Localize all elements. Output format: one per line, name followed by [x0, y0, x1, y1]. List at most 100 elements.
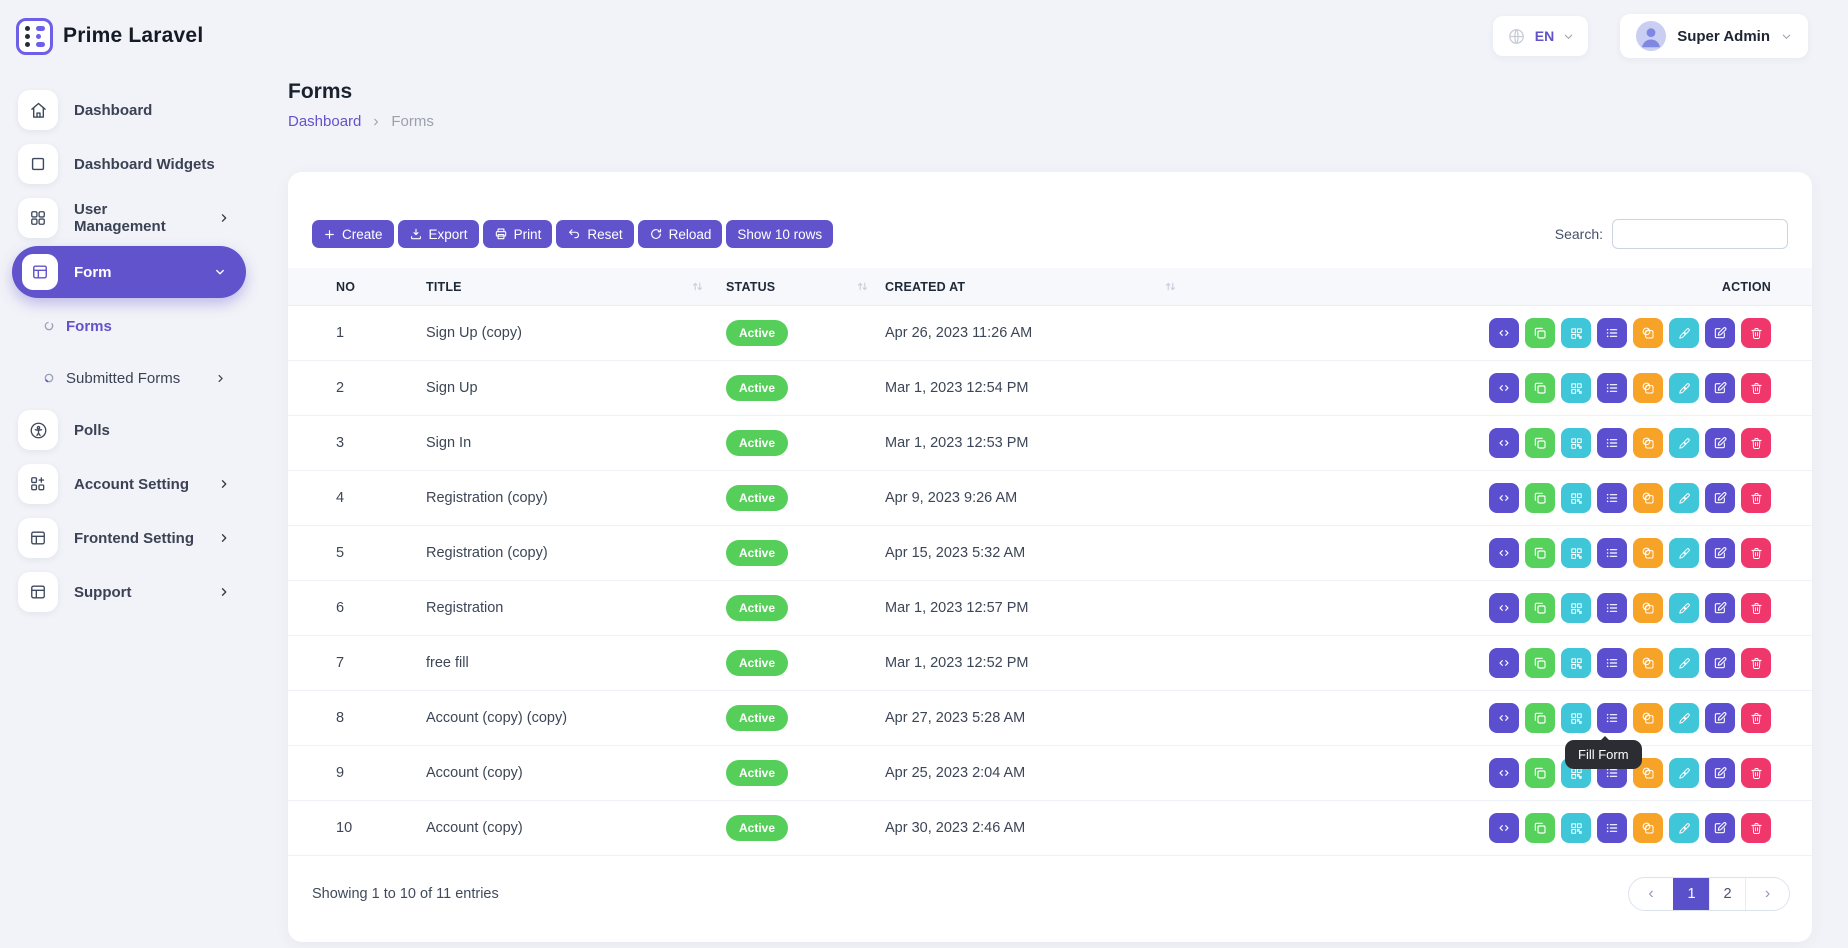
breadcrumb-dashboard-link[interactable]: Dashboard	[288, 113, 361, 130]
duplicate-button[interactable]	[1525, 758, 1555, 788]
embed-code-button[interactable]	[1489, 318, 1519, 348]
qr-code-button[interactable]	[1561, 648, 1591, 678]
qr-code-button[interactable]	[1561, 538, 1591, 568]
qr-code-button[interactable]	[1561, 318, 1591, 348]
fill-form-button[interactable]	[1597, 538, 1627, 568]
print-button[interactable]: Print	[483, 220, 553, 248]
edit-button[interactable]	[1705, 538, 1735, 568]
customize-button[interactable]	[1669, 373, 1699, 403]
edit-button[interactable]	[1705, 483, 1735, 513]
column-header-created-at[interactable]: CREATED AT	[885, 280, 1181, 294]
brand[interactable]: Prime Laravel	[16, 18, 203, 55]
edit-button[interactable]	[1705, 318, 1735, 348]
delete-button[interactable]	[1741, 538, 1771, 568]
embed-code-button[interactable]	[1489, 703, 1519, 733]
sort-icon[interactable]	[856, 280, 869, 293]
embed-code-button[interactable]	[1489, 593, 1519, 623]
sidebar-item-form[interactable]: Form	[12, 246, 246, 298]
duplicate-button[interactable]	[1525, 318, 1555, 348]
edit-button[interactable]	[1705, 648, 1735, 678]
customize-button[interactable]	[1669, 813, 1699, 843]
fill-form-button[interactable]	[1597, 593, 1627, 623]
edit-button[interactable]	[1705, 428, 1735, 458]
qr-code-button[interactable]	[1561, 813, 1591, 843]
duplicate-button[interactable]	[1525, 538, 1555, 568]
duplicate-button[interactable]	[1525, 703, 1555, 733]
customize-button[interactable]	[1669, 538, 1699, 568]
column-header-title[interactable]: TITLE	[426, 280, 726, 294]
embed-code-button[interactable]	[1489, 648, 1519, 678]
embed-code-button[interactable]	[1489, 373, 1519, 403]
delete-button[interactable]	[1741, 758, 1771, 788]
revoke-button[interactable]	[1633, 648, 1663, 678]
export-button[interactable]: Export	[398, 220, 479, 248]
sidebar-subitem-submitted-forms[interactable]: Submitted Forms	[0, 352, 262, 404]
delete-button[interactable]	[1741, 648, 1771, 678]
column-header-no[interactable]: NO	[336, 280, 426, 294]
duplicate-button[interactable]	[1525, 593, 1555, 623]
duplicate-button[interactable]	[1525, 373, 1555, 403]
revoke-button[interactable]	[1633, 483, 1663, 513]
revoke-button[interactable]	[1633, 318, 1663, 348]
edit-button[interactable]	[1705, 758, 1735, 788]
revoke-button[interactable]	[1633, 428, 1663, 458]
fill-form-button[interactable]	[1597, 318, 1627, 348]
duplicate-button[interactable]	[1525, 428, 1555, 458]
user-menu[interactable]: Super Admin	[1620, 14, 1808, 58]
fill-form-button[interactable]	[1597, 428, 1627, 458]
language-selector[interactable]: EN	[1493, 16, 1588, 56]
customize-button[interactable]	[1669, 483, 1699, 513]
fill-form-button[interactable]	[1597, 483, 1627, 513]
qr-code-button[interactable]	[1561, 373, 1591, 403]
duplicate-button[interactable]	[1525, 483, 1555, 513]
prev-page-button[interactable]: ‹	[1629, 878, 1673, 910]
qr-code-button[interactable]	[1561, 428, 1591, 458]
edit-button[interactable]	[1705, 593, 1735, 623]
customize-button[interactable]	[1669, 318, 1699, 348]
customize-button[interactable]	[1669, 703, 1699, 733]
page-2-button[interactable]: 2	[1709, 878, 1745, 910]
delete-button[interactable]	[1741, 373, 1771, 403]
edit-button[interactable]	[1705, 703, 1735, 733]
reload-button[interactable]: Reload	[638, 220, 723, 248]
sort-icon[interactable]	[691, 280, 704, 293]
search-input[interactable]	[1612, 219, 1788, 249]
sidebar-item-account-setting[interactable]: Account Setting	[0, 458, 262, 510]
revoke-button[interactable]	[1633, 813, 1663, 843]
sort-icon[interactable]	[1164, 280, 1177, 293]
qr-code-button[interactable]	[1561, 483, 1591, 513]
customize-button[interactable]	[1669, 758, 1699, 788]
edit-button[interactable]	[1705, 813, 1735, 843]
delete-button[interactable]	[1741, 318, 1771, 348]
delete-button[interactable]	[1741, 593, 1771, 623]
embed-code-button[interactable]	[1489, 758, 1519, 788]
embed-code-button[interactable]	[1489, 538, 1519, 568]
duplicate-button[interactable]	[1525, 813, 1555, 843]
qr-code-button[interactable]	[1561, 593, 1591, 623]
revoke-button[interactable]	[1633, 593, 1663, 623]
sidebar-item-support[interactable]: Support	[0, 566, 262, 618]
page-1-button[interactable]: 1	[1673, 878, 1709, 910]
qr-code-button[interactable]	[1561, 703, 1591, 733]
fill-form-button[interactable]	[1597, 703, 1627, 733]
revoke-button[interactable]	[1633, 703, 1663, 733]
embed-code-button[interactable]	[1489, 483, 1519, 513]
column-header-status[interactable]: STATUS	[726, 280, 885, 294]
sidebar-item-frontend-setting[interactable]: Frontend Setting	[0, 512, 262, 564]
reset-button[interactable]: Reset	[556, 220, 633, 248]
sidebar-item-user-management[interactable]: User Management	[0, 192, 262, 244]
customize-button[interactable]	[1669, 428, 1699, 458]
embed-code-button[interactable]	[1489, 813, 1519, 843]
revoke-button[interactable]	[1633, 373, 1663, 403]
delete-button[interactable]	[1741, 483, 1771, 513]
delete-button[interactable]	[1741, 703, 1771, 733]
edit-button[interactable]	[1705, 373, 1735, 403]
customize-button[interactable]	[1669, 593, 1699, 623]
show-rows-button[interactable]: Show 10 rows	[726, 220, 833, 248]
next-page-button[interactable]: ›	[1745, 878, 1789, 910]
sidebar-item-dashboard[interactable]: Dashboard	[0, 84, 262, 136]
embed-code-button[interactable]	[1489, 428, 1519, 458]
fill-form-button[interactable]	[1597, 813, 1627, 843]
delete-button[interactable]	[1741, 428, 1771, 458]
duplicate-button[interactable]	[1525, 648, 1555, 678]
